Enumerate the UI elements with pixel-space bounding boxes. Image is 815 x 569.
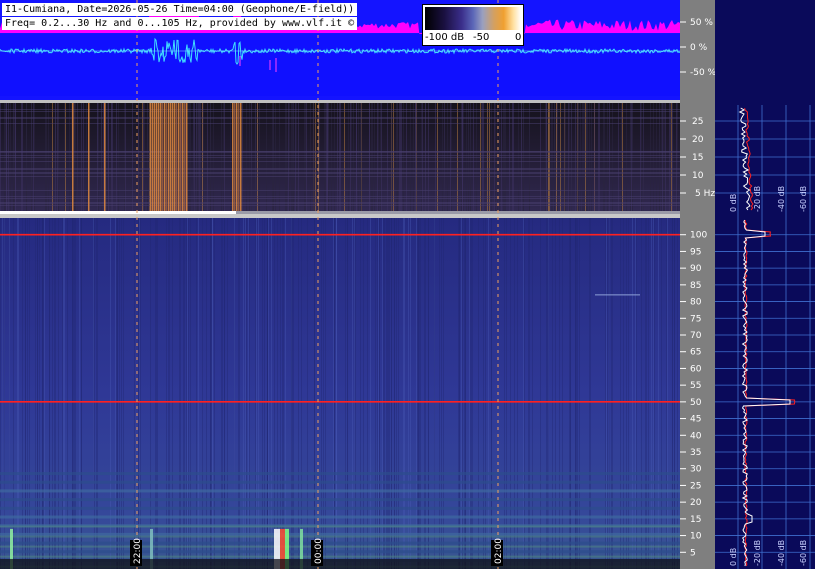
- low-spectrogram-tick-label: 5 Hz: [695, 189, 715, 199]
- low-spectrogram-tick-label: 25: [692, 117, 703, 127]
- main-spectrogram-tick-label: 30: [690, 465, 702, 475]
- main-spectrogram-tick-label: 85: [690, 281, 701, 291]
- station-caption: I1-Cumiana, Date=2026-05-26 Time=04:00 (…: [2, 3, 358, 16]
- main-spectrogram-tick-label: 90: [690, 264, 702, 274]
- main-spectrogram-tick-label: 75: [690, 314, 701, 324]
- colorbar-label-min: -100 dB: [425, 32, 465, 43]
- avg-db-label: -40 dB: [777, 540, 786, 566]
- waveform-tick-label: 50 %: [690, 18, 713, 28]
- main-spectrogram-tick-label: 80: [690, 298, 702, 308]
- time-marker-text: 00:00: [314, 538, 324, 564]
- low-spectrogram-tick-label: 10: [692, 171, 704, 181]
- avg-db-label: -40 dB: [777, 186, 786, 212]
- main-spectrogram-tick-label: 65: [690, 348, 701, 358]
- colorbar-gradient: [425, 7, 521, 30]
- time-marker-text: 02:00: [494, 538, 504, 564]
- avg-db-label: -20 dB: [753, 540, 762, 566]
- main-spectrogram-tick-label: 35: [690, 448, 701, 458]
- avg-spectrum-bottom: [715, 214, 815, 569]
- main-spectrogram-tick-label: 95: [690, 247, 701, 257]
- main-spectrogram-tick-label: 20: [690, 498, 702, 508]
- main-spectrogram-tick-label: 60: [690, 364, 702, 374]
- time-marker-label: 02:00: [491, 538, 504, 566]
- main-spectrogram-tick-label: 45: [690, 415, 701, 425]
- avg-db-label: -60 dB: [799, 540, 808, 566]
- low-spectrogram-tick-label: 20: [692, 135, 704, 145]
- main-spectrogram-tick-label: 40: [690, 431, 702, 441]
- colorbar: -100 dB -50 0: [422, 4, 524, 46]
- main-spectrogram-tick-label: 50: [690, 398, 702, 408]
- frequency-caption: Freq= 0.2...30 Hz and 0...105 Hz, provid…: [2, 17, 358, 30]
- time-marker-label: 22:00: [130, 538, 143, 566]
- waveform-tick-label: 0 %: [690, 43, 708, 53]
- colorbar-label-max: 0: [515, 32, 522, 43]
- avg-spectrum-top: [715, 0, 815, 214]
- colorbar-label-mid: -50: [473, 32, 490, 43]
- avg-db-label: -20 dB: [753, 186, 762, 212]
- time-marker-label: 00:00: [311, 538, 324, 566]
- main-spectrogram-tick-label: 5: [690, 548, 696, 558]
- avg-db-label: -60 dB: [799, 186, 808, 212]
- avg-db-label: 0 dB: [729, 194, 738, 212]
- main-spectrogram-tick-label: 15: [690, 515, 701, 525]
- main-spectrogram-tick-label: 55: [690, 381, 701, 391]
- waveform-tick-label: -50 %: [690, 68, 717, 78]
- main-spectrogram-tick-label: 10: [690, 532, 702, 542]
- main-spectrogram-tick-label: 100: [690, 231, 707, 241]
- main-spectrogram-tick-label: 70: [690, 331, 702, 341]
- time-marker-text: 22:00: [133, 538, 143, 564]
- spectrogram-figure: 50 %0 %-50 % 252015105 Hz 10095908580757…: [0, 0, 815, 569]
- avg-db-label: 0 dB: [729, 548, 738, 566]
- main-spectrogram-tick-label: 25: [690, 481, 701, 491]
- low-spectrogram-tick-label: 15: [692, 153, 703, 163]
